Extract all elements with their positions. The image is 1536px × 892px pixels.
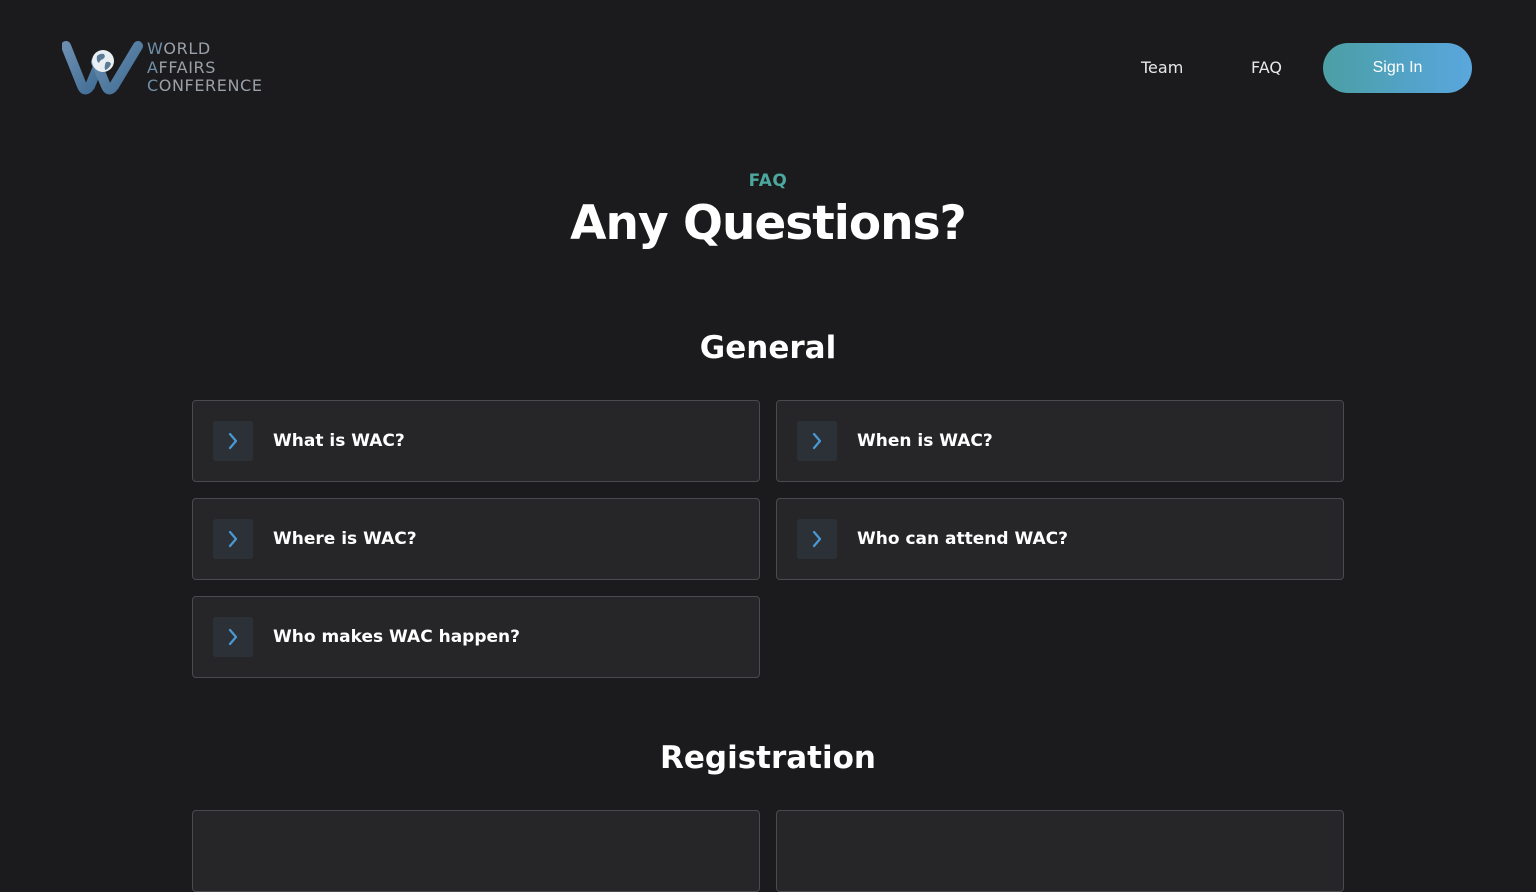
faq-item-who-makes-wac-happen[interactable]: Who makes WAC happen?	[192, 596, 760, 678]
faq-question: Where is WAC?	[273, 529, 417, 549]
faq-question: Who makes WAC happen?	[273, 627, 520, 647]
faq-item-registration-2[interactable]	[776, 810, 1344, 892]
faq-item-where-is-wac[interactable]: Where is WAC?	[192, 498, 760, 580]
faq-question: When is WAC?	[857, 431, 993, 451]
page-title: Any Questions?	[570, 196, 967, 251]
logo-rest: FFAIRS	[158, 57, 217, 77]
wac-logo[interactable]: WORLD AFFAIRS CONFERENCE	[62, 39, 263, 96]
faq-item-what-is-wac[interactable]: What is WAC?	[192, 400, 760, 482]
faq-item-who-can-attend[interactable]: Who can attend WAC?	[776, 498, 1344, 580]
nav-faq-link[interactable]: FAQ	[1251, 58, 1282, 78]
logo-line-affairs: AFFAIRS	[147, 57, 263, 78]
nav-team-link[interactable]: Team	[1141, 58, 1183, 78]
chevron-right-icon	[213, 519, 253, 559]
chevron-right-icon	[213, 421, 253, 461]
logo-line-conference: CONFERENCE	[147, 76, 263, 96]
wac-globe-logo-icon	[62, 41, 143, 95]
sign-in-button[interactable]: Sign In	[1323, 43, 1472, 93]
logo-rest: ORLD	[163, 39, 211, 58]
faq-question: What is WAC?	[273, 431, 405, 451]
faq-item-when-is-wac[interactable]: When is WAC?	[776, 400, 1344, 482]
chevron-right-icon	[797, 519, 837, 559]
chevron-right-icon	[797, 421, 837, 461]
logo-initial: W	[147, 39, 164, 58]
logo-wordmark: WORLD AFFAIRS CONFERENCE	[147, 39, 263, 96]
section-title-general: General	[699, 330, 837, 366]
logo-initial: C	[147, 76, 159, 95]
chevron-right-icon	[213, 617, 253, 657]
logo-line-world: WORLD	[147, 39, 263, 59]
section-title-registration: Registration	[659, 740, 876, 776]
logo-rest: ONFERENCE	[158, 76, 263, 95]
logo-initial: A	[147, 57, 159, 77]
faq-item-registration-1[interactable]	[192, 810, 760, 892]
faq-question: Who can attend WAC?	[857, 529, 1068, 549]
faq-eyebrow: FAQ	[748, 171, 788, 191]
site-header: WORLD AFFAIRS CONFERENCE Team FAQ Sign I…	[0, 0, 1536, 136]
